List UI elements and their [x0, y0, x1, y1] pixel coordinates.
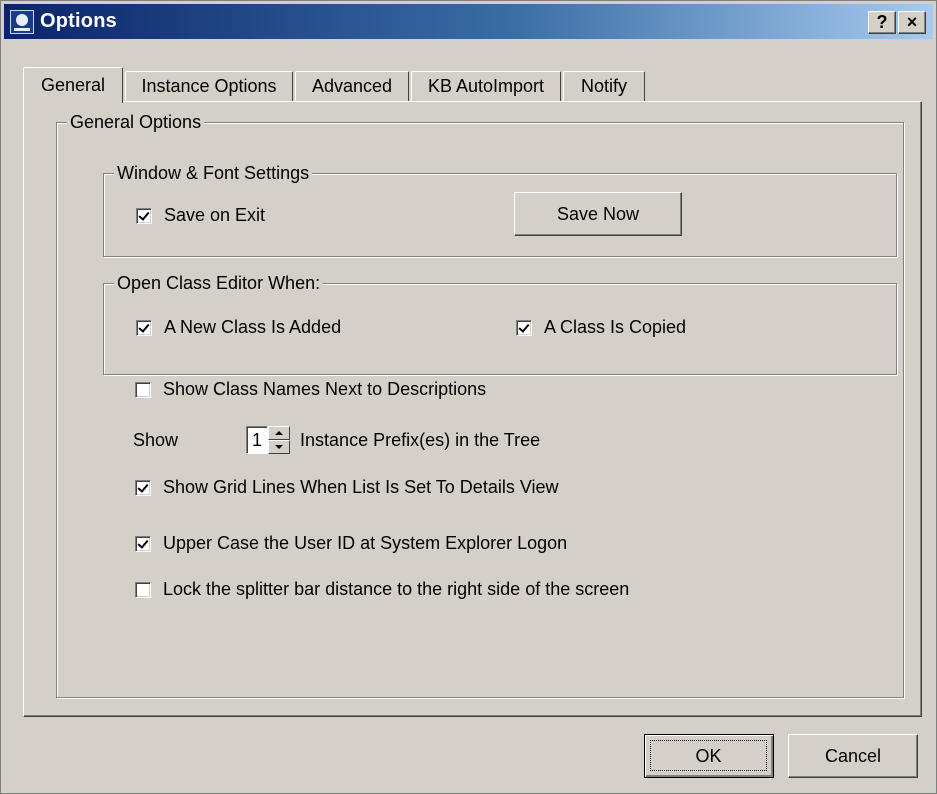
save-on-exit-label: Save on Exit: [164, 205, 266, 225]
open-class-editor-group: Open Class Editor When: A New Class Is A…: [103, 271, 897, 375]
app-icon: [10, 9, 34, 34]
upper-case-userid-checkbox[interactable]: Upper Case the User ID at System Explore…: [135, 533, 567, 554]
tab-advanced[interactable]: Advanced: [295, 71, 409, 101]
upper-case-userid-checkbox-box[interactable]: [135, 535, 151, 552]
upper-case-userid-label: Upper Case the User ID at System Explore…: [163, 533, 568, 553]
title-bar[interactable]: Options ? ×: [4, 4, 933, 39]
tab-general[interactable]: General: [23, 67, 123, 103]
instance-prefix-count-input[interactable]: 1: [246, 426, 269, 454]
show-class-names-label: Show Class Names Next to Descriptions: [163, 379, 487, 399]
instance-prefix-spinner[interactable]: [268, 426, 291, 454]
new-class-added-checkbox[interactable]: A New Class Is Added: [136, 317, 341, 338]
help-button[interactable]: ?: [868, 11, 896, 34]
new-class-added-label: A New Class Is Added: [164, 317, 342, 337]
class-copied-checkbox-box[interactable]: [516, 319, 532, 336]
show-class-names-checkbox-box[interactable]: [135, 381, 151, 398]
class-copied-label: A Class Is Copied: [544, 317, 687, 337]
new-class-added-checkbox-box[interactable]: [136, 319, 152, 336]
instance-prefix-row: Show 1 Instance Prefix(es) in the Tree: [133, 423, 540, 457]
instance-prefix-suffix-label: Instance Prefix(es) in the Tree: [300, 429, 541, 450]
show-class-names-checkbox[interactable]: Show Class Names Next to Descriptions: [135, 379, 486, 400]
tab-kb-autoimport[interactable]: KB AutoImport: [411, 71, 561, 101]
general-options-group: General Options Window & Font Settings S…: [56, 110, 904, 698]
save-on-exit-checkbox-box[interactable]: [136, 207, 152, 224]
show-grid-lines-checkbox-box[interactable]: [135, 479, 151, 496]
ok-button-label: OK: [650, 740, 767, 771]
options-dialog: Options ? × General Instance Options Adv…: [0, 0, 937, 794]
cancel-button[interactable]: Cancel: [788, 734, 918, 778]
save-now-button[interactable]: Save Now: [514, 192, 682, 236]
spin-up-arrow-icon[interactable]: [268, 426, 291, 440]
show-grid-lines-checkbox[interactable]: Show Grid Lines When List Is Set To Deta…: [135, 477, 559, 498]
open-class-editor-legend: Open Class Editor When:: [114, 271, 324, 295]
lock-splitter-label: Lock the splitter bar distance to the ri…: [163, 579, 630, 599]
close-button[interactable]: ×: [898, 11, 926, 34]
ok-button[interactable]: OK: [644, 734, 774, 778]
lock-splitter-checkbox-box[interactable]: [135, 581, 151, 598]
tab-notify[interactable]: Notify: [563, 71, 645, 101]
instance-prefix-show-label: Show: [133, 429, 179, 450]
general-options-legend: General Options: [67, 110, 205, 134]
window-title: Options: [40, 10, 117, 32]
window-font-settings-legend: Window & Font Settings: [114, 161, 313, 185]
save-on-exit-checkbox[interactable]: Save on Exit: [136, 205, 265, 226]
spin-down-arrow-icon[interactable]: [268, 440, 291, 454]
window-font-settings-group: Window & Font Settings Save on Exit Save…: [103, 161, 897, 257]
general-tab-panel: General Options Window & Font Settings S…: [23, 101, 922, 717]
show-grid-lines-label: Show Grid Lines When List Is Set To Deta…: [163, 477, 559, 497]
class-copied-checkbox[interactable]: A Class Is Copied: [516, 317, 686, 338]
lock-splitter-checkbox[interactable]: Lock the splitter bar distance to the ri…: [135, 579, 629, 600]
tab-instance-options[interactable]: Instance Options: [125, 71, 293, 101]
